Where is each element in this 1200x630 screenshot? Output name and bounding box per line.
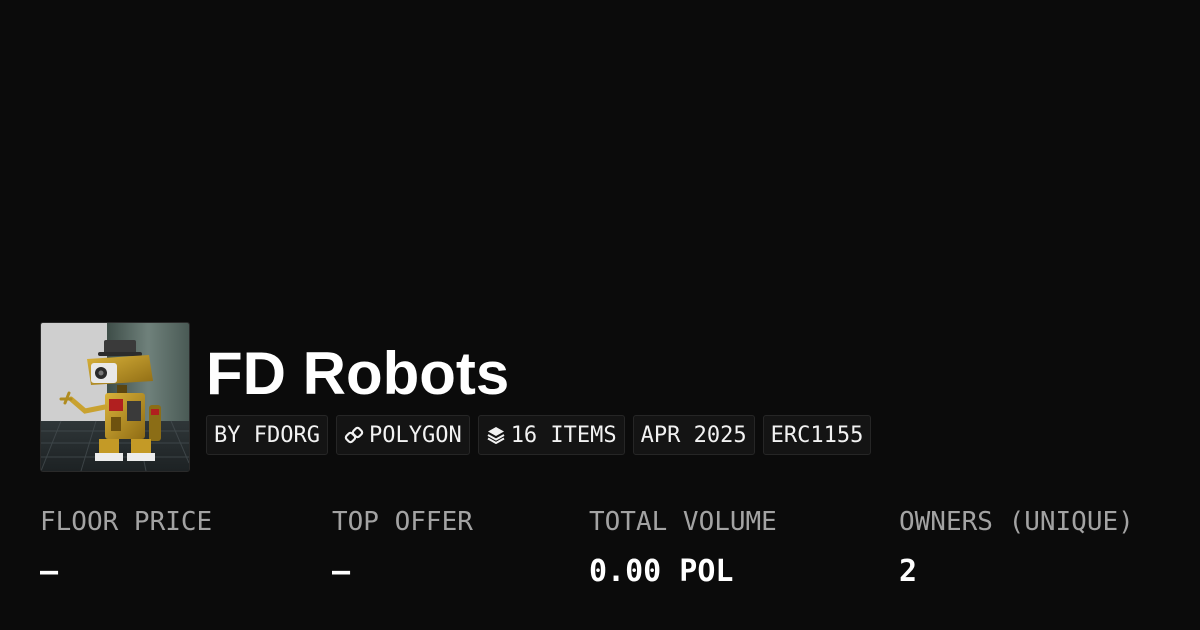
floor-price-label: FLOOR PRICE (40, 507, 213, 537)
chain-label: POLYGON (368, 422, 462, 448)
date-label: APR 2025 (640, 422, 747, 448)
items-tag[interactable]: 16 ITEMS (477, 415, 625, 455)
total-volume-value: 0.00 POL (589, 554, 734, 589)
floor-price-value: — (40, 554, 59, 589)
owners-value: 2 (899, 554, 918, 589)
stat-floor-price: FLOOR PRICE — (40, 505, 212, 589)
collection-tags: BY FDORG POLYGON 16 ITEMS APR 2025 ERC11… (206, 415, 872, 455)
chain-tag[interactable]: POLYGON (335, 415, 470, 455)
creator-label: BY FDORG (214, 422, 320, 448)
items-label: 16 ITEMS (510, 422, 617, 448)
creator-tag[interactable]: BY FDORG (206, 415, 328, 455)
stat-top-offer: TOP OFFER — (332, 505, 473, 589)
owners-label: OWNERS (UNIQUE) (899, 507, 1134, 537)
stat-owners: OWNERS (UNIQUE) 2 (899, 505, 1134, 589)
top-offer-value: — (332, 554, 351, 589)
collection-title: FD Robots (206, 340, 510, 407)
standard-tag: ERC1155 (762, 415, 872, 455)
total-volume-label: TOTAL VOLUME (589, 507, 777, 537)
stat-total-volume: TOTAL VOLUME 0.00 POL (589, 505, 777, 589)
date-tag: APR 2025 (632, 415, 755, 455)
standard-label: ERC1155 (770, 422, 864, 448)
collection-image (40, 322, 190, 472)
layers-icon (486, 425, 506, 445)
top-offer-label: TOP OFFER (332, 507, 473, 537)
link-icon (344, 425, 364, 445)
